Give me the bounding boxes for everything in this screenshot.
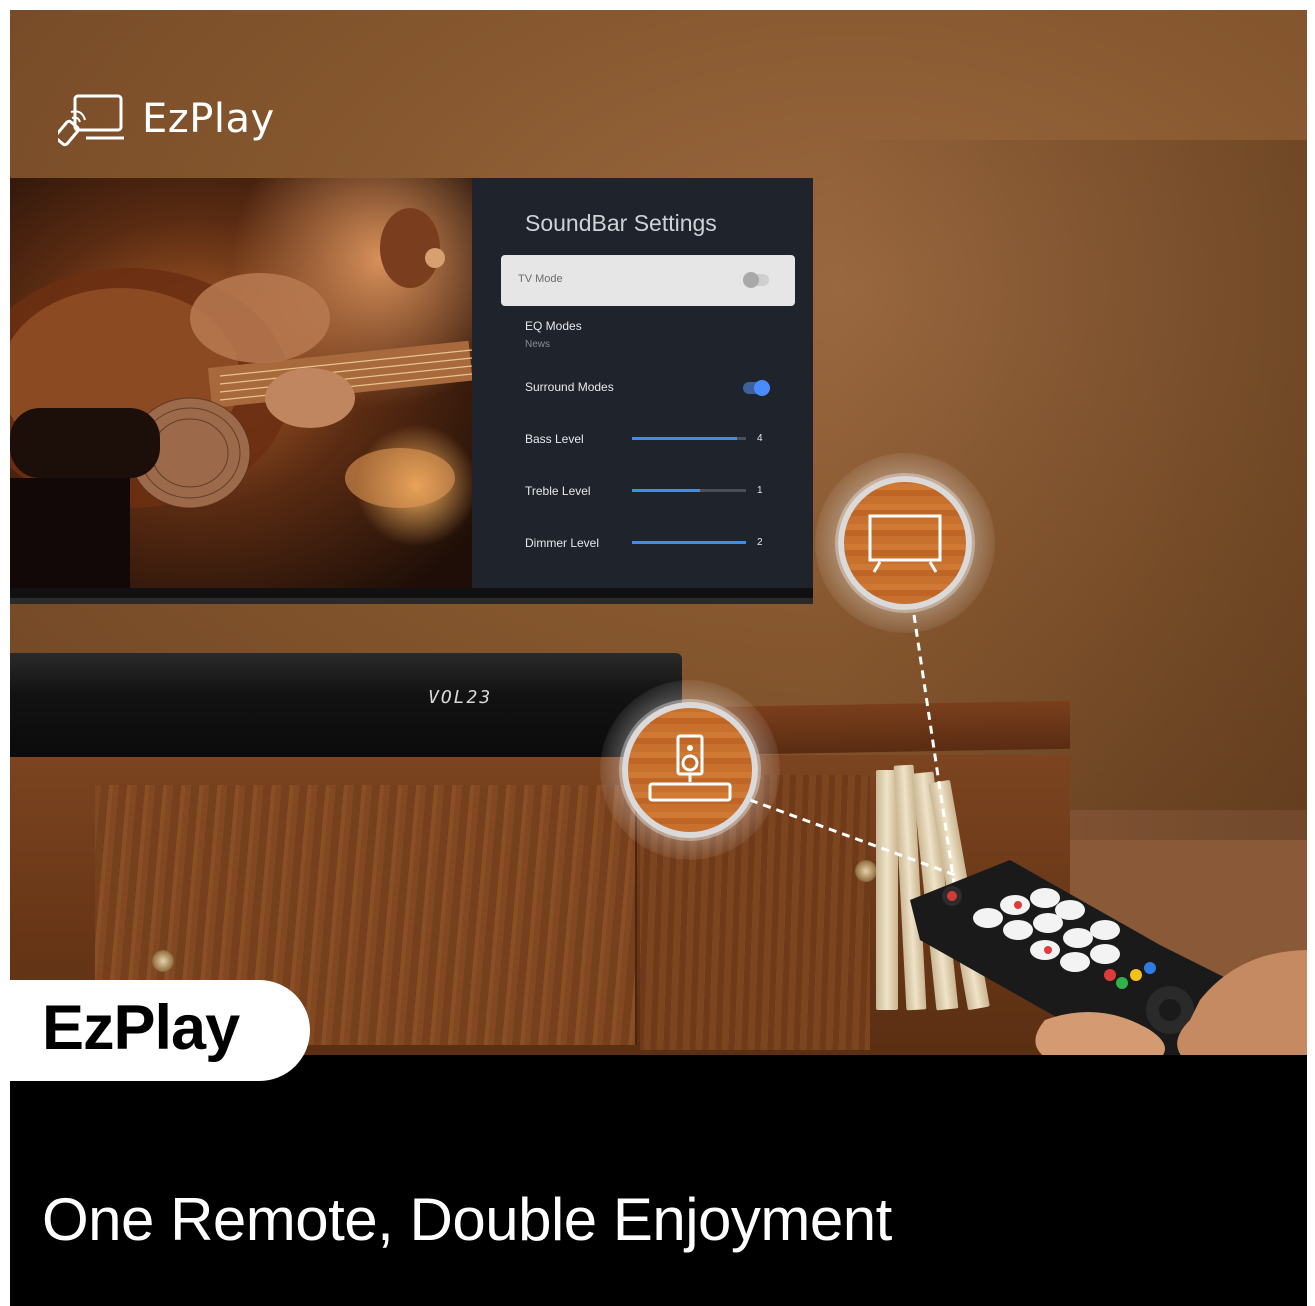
- soundbar-callout: [622, 702, 758, 838]
- bottom-banner: One Remote, Double Enjoyment: [10, 1055, 1307, 1306]
- badge-label: EzPlay: [42, 993, 240, 1063]
- tv-callout: [838, 476, 972, 610]
- tagline: One Remote, Double Enjoyment: [42, 1186, 892, 1253]
- soundbar-speaker-icon: [648, 734, 732, 802]
- remote-control: [910, 860, 1307, 1070]
- hero-image: EzPlay SoundBar Settings TV Mode EQ Mode…: [10, 10, 1307, 1306]
- tv-icon: [868, 514, 942, 573]
- ezplay-badge: EzPlay: [10, 980, 310, 1081]
